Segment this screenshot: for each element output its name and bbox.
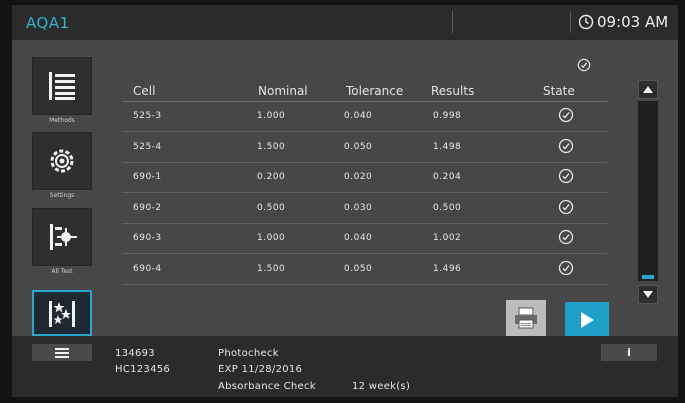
hamburger-icon — [55, 347, 69, 358]
scroll-up-button[interactable] — [638, 80, 658, 99]
screen: AQA1 09:03 AM Methods Settings All Test … — [12, 5, 678, 397]
all-test-icon — [50, 224, 77, 250]
column-header-cell: Cell — [133, 84, 156, 98]
app-title: AQA1 — [26, 14, 70, 32]
top-bar-divider — [570, 11, 571, 33]
table-cell-results: 1.498 — [433, 141, 462, 152]
settings-icon — [50, 149, 74, 173]
table-cell-cell: 690-4 — [133, 263, 162, 274]
menu-button[interactable] — [32, 344, 92, 361]
sidebar-item-favorites[interactable] — [32, 290, 92, 336]
table-cell-results: 1.002 — [433, 233, 462, 243]
table-body: 525-3 1.000 0.040 0.998 525-4 1.500 0.050 1.498… — [122, 102, 607, 288]
sidebar: Methods Settings All Test — [12, 40, 112, 336]
check-circle-icon — [558, 229, 574, 245]
methods-icon — [49, 72, 75, 100]
play-icon — [581, 312, 594, 328]
arrow-up-icon — [643, 86, 653, 93]
check-name: Photocheck — [218, 348, 279, 359]
table-cell-nominal: 1.000 — [257, 111, 286, 121]
table-row[interactable]: 690-3 1.000 0.040 1.002 — [122, 224, 607, 254]
check-type: Absorbance Check — [218, 381, 316, 392]
table-row[interactable]: 525-3 1.000 0.040 0.998 — [122, 102, 607, 132]
scrollbar-thumb[interactable] — [642, 275, 654, 279]
table-cell-results: 0.500 — [433, 202, 462, 213]
sidebar-item-settings[interactable]: Settings — [32, 132, 92, 200]
column-header-state: State — [543, 84, 575, 98]
printer-icon — [515, 307, 537, 329]
table-cell-tolerance: 0.030 — [344, 202, 373, 213]
clock-icon — [578, 14, 594, 30]
table-cell-nominal: 1.500 — [257, 263, 286, 274]
column-header-tolerance: Tolerance — [346, 84, 404, 98]
table-row[interactable]: 690-4 1.500 0.050 1.496 — [122, 255, 607, 285]
bottom-bar: 134693 HC123456 Photocheck EXP 11/28/201… — [12, 336, 678, 397]
sidebar-item-label: Methods — [49, 117, 75, 124]
info-button[interactable]: i — [601, 344, 657, 361]
check-circle-icon — [558, 260, 574, 275]
table-cell-tolerance: 0.050 — [344, 263, 373, 274]
top-bar-divider — [452, 11, 453, 33]
table-cell-cell: 690-3 — [133, 233, 162, 243]
check-interval: 12 week(s) — [352, 381, 411, 392]
sidebar-item-label: Settings — [49, 192, 75, 199]
sidebar-item-methods[interactable]: Methods — [32, 57, 92, 125]
clock: 09:03 AM — [578, 13, 668, 31]
table-cell-cell: 690-2 — [133, 202, 162, 213]
table-cell-nominal: 1.000 — [257, 233, 286, 243]
arrow-down-icon — [643, 291, 653, 298]
scroll-down-button[interactable] — [638, 285, 658, 304]
column-header-results: Results — [431, 84, 475, 98]
nav-tile-settings — [32, 132, 92, 190]
table-cell-results: 0.998 — [433, 111, 462, 121]
table-row[interactable]: 690-1 0.200 0.020 0.204 — [122, 163, 607, 193]
table-cell-results: 0.204 — [433, 172, 462, 182]
device-serial: HC123456 — [115, 364, 171, 375]
nav-tile-methods — [32, 57, 92, 115]
check-circle-icon — [558, 107, 574, 123]
table-cell-nominal: 0.500 — [257, 202, 286, 213]
start-button[interactable] — [565, 302, 609, 338]
sidebar-item-all-test[interactable]: All Test — [32, 208, 92, 276]
table-cell-nominal: 0.200 — [257, 172, 286, 182]
table-cell-tolerance: 0.040 — [344, 111, 373, 121]
table-cell-nominal: 1.500 — [257, 141, 286, 152]
check-circle-icon — [558, 168, 574, 184]
check-circle-icon — [558, 199, 574, 214]
table-cell-results: 1.496 — [433, 263, 462, 274]
table-row[interactable]: 690-2 0.500 0.030 0.500 — [122, 194, 607, 224]
table-cell-tolerance: 0.020 — [344, 172, 373, 182]
table-cell-cell: 525-3 — [133, 111, 162, 121]
column-header-nominal: Nominal — [258, 84, 308, 98]
device-frame: AQA1 09:03 AM Methods Settings All Test … — [0, 0, 685, 403]
sidebar-item-label: All Test — [51, 268, 73, 275]
table-cell-tolerance: 0.040 — [344, 233, 373, 243]
scrollbar-track[interactable] — [638, 101, 658, 281]
clock-time: 09:03 AM — [597, 13, 669, 31]
table-cell-tolerance: 0.050 — [344, 141, 373, 152]
table-row[interactable]: 525-4 1.500 0.050 1.498 — [122, 133, 607, 163]
check-circle-icon — [558, 138, 574, 153]
nav-tile-favorites — [32, 290, 92, 336]
favorites-icon — [49, 301, 75, 327]
table-cell-cell: 690-1 — [133, 172, 162, 182]
device-id: 134693 — [115, 348, 155, 359]
top-bar: AQA1 09:03 AM — [12, 5, 678, 40]
print-button[interactable] — [506, 300, 546, 336]
table-cell-cell: 525-4 — [133, 141, 162, 152]
check-all-icon — [577, 58, 591, 72]
nav-tile-all-test — [32, 208, 92, 266]
expiry-date: EXP 11/28/2016 — [218, 364, 303, 375]
